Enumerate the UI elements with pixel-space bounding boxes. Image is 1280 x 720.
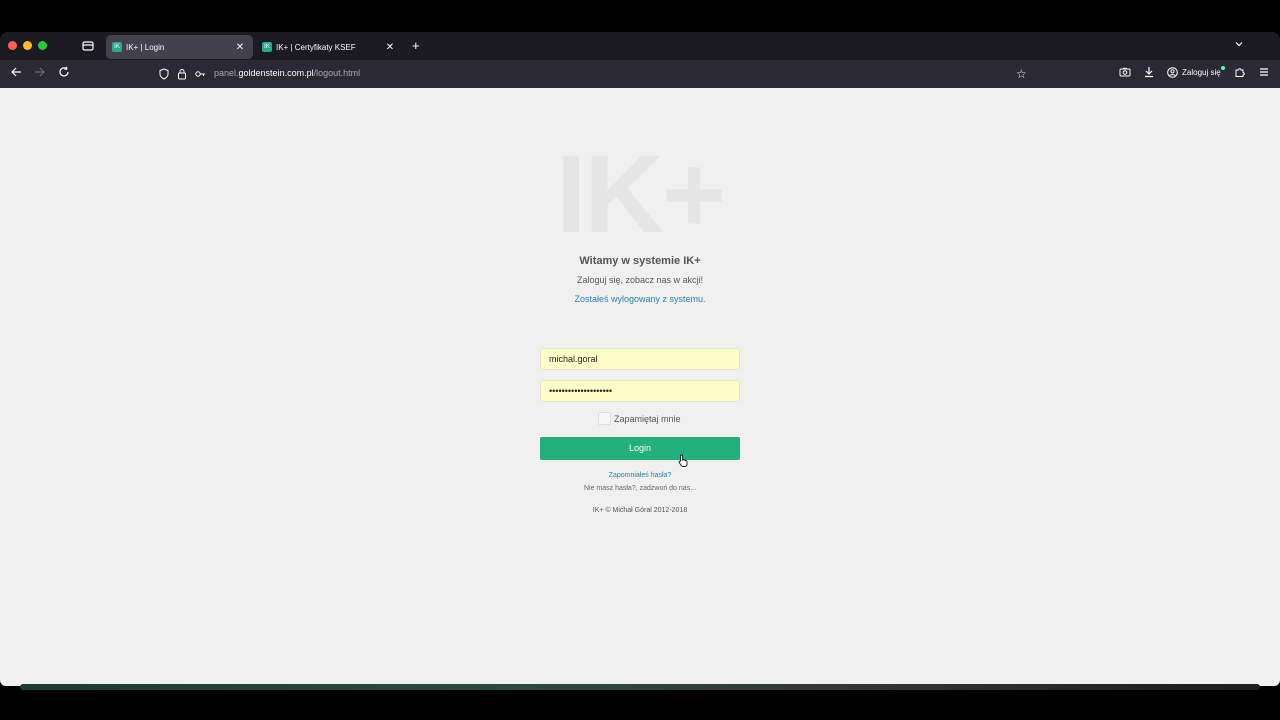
tab-title: IK+ | Certyfikaty KSEF — [276, 42, 356, 52]
url-domain: goldenstein.com.pl — [238, 68, 314, 78]
tab-certyfikaty[interactable]: IK IK+ | Certyfikaty KSEF ✕ — [256, 35, 403, 59]
url-text[interactable]: panel.goldenstein.com.pl/logout.html — [214, 68, 360, 78]
bookmark-star-icon[interactable]: ☆ — [1016, 67, 1027, 81]
key-icon[interactable] — [194, 68, 206, 80]
account-button[interactable]: Zaloguj się — [1167, 66, 1225, 78]
maximize-window-button[interactable] — [38, 41, 47, 50]
tab-overview-icon[interactable] — [81, 39, 95, 53]
tab-login[interactable]: IK IK+ | Login ✕ — [106, 35, 253, 59]
account-label-text: Zaloguj się — [1182, 68, 1221, 77]
account-label: Zaloguj się — [1182, 66, 1225, 77]
dock-strip — [20, 684, 1260, 690]
extensions-puzzle-icon[interactable] — [1232, 66, 1248, 82]
lock-icon[interactable] — [176, 68, 188, 80]
tab-bar: IK IK+ | Login ✕ IK IK+ | Certyfikaty KS… — [0, 32, 1280, 60]
back-arrow-icon[interactable] — [8, 66, 24, 82]
logout-message: Zostałeś wylogowany z systemu. — [574, 294, 706, 304]
no-password-text: Nie masz hasła?, zadzwoń do nas... — [583, 485, 697, 492]
close-tab-icon[interactable]: ✕ — [385, 42, 395, 53]
forward-arrow-icon[interactable] — [32, 66, 48, 82]
chevron-down-icon[interactable] — [1234, 39, 1244, 51]
url-prefix: panel. — [214, 68, 239, 78]
account-avatar-icon — [1167, 67, 1178, 78]
browser-window: IK IK+ | Login ✕ IK IK+ | Certyfikaty KS… — [0, 32, 1280, 686]
new-tab-plus-icon[interactable]: + — [412, 38, 420, 53]
subtitle: Zaloguj się, zobacz nas w akcji! — [576, 275, 704, 285]
ik-favicon-icon: IK — [262, 42, 272, 52]
ik-favicon-icon: IK — [112, 42, 122, 52]
address-bar[interactable]: panel.goldenstein.com.pl/logout.html ☆ — [154, 63, 1038, 85]
minimize-window-button[interactable] — [23, 41, 32, 50]
hand-pointer-cursor-icon — [678, 454, 689, 470]
screenshot-camera-icon[interactable] — [1117, 66, 1133, 82]
remember-me[interactable]: Zapamiętaj mnie — [598, 412, 681, 425]
close-window-button[interactable] — [8, 41, 17, 50]
hamburger-menu-icon[interactable] — [1256, 66, 1272, 82]
login-page: IK+ Witamy w systemie IK+ Zaloguj się, z… — [0, 88, 1280, 686]
tab-title: IK+ | Login — [126, 42, 165, 52]
copyright: IK+ © Michał Góral 2012-2018 — [592, 507, 688, 514]
remember-me-checkbox[interactable] — [598, 412, 611, 425]
close-tab-icon[interactable]: ✕ — [235, 42, 245, 53]
remember-me-label[interactable]: Zapamiętaj mnie — [614, 414, 681, 424]
login-button[interactable]: Login — [540, 437, 740, 460]
download-icon[interactable] — [1141, 66, 1157, 82]
reload-icon[interactable] — [56, 66, 72, 82]
shield-icon[interactable] — [158, 68, 170, 80]
welcome-heading: Witamy w systemie IK+ — [579, 255, 701, 267]
forgot-password-link[interactable]: Zapomniałeś hasła? — [0, 472, 1280, 479]
password-input[interactable]: •••••••••••••••••••• — [540, 380, 740, 402]
username-input[interactable]: michal.goral — [540, 348, 740, 370]
navigation-bar: panel.goldenstein.com.pl/logout.html ☆ Z… — [0, 60, 1280, 88]
url-path: /logout.html — [313, 68, 361, 78]
ik-plus-logo: IK+ — [555, 133, 726, 256]
notification-dot — [1220, 66, 1225, 70]
